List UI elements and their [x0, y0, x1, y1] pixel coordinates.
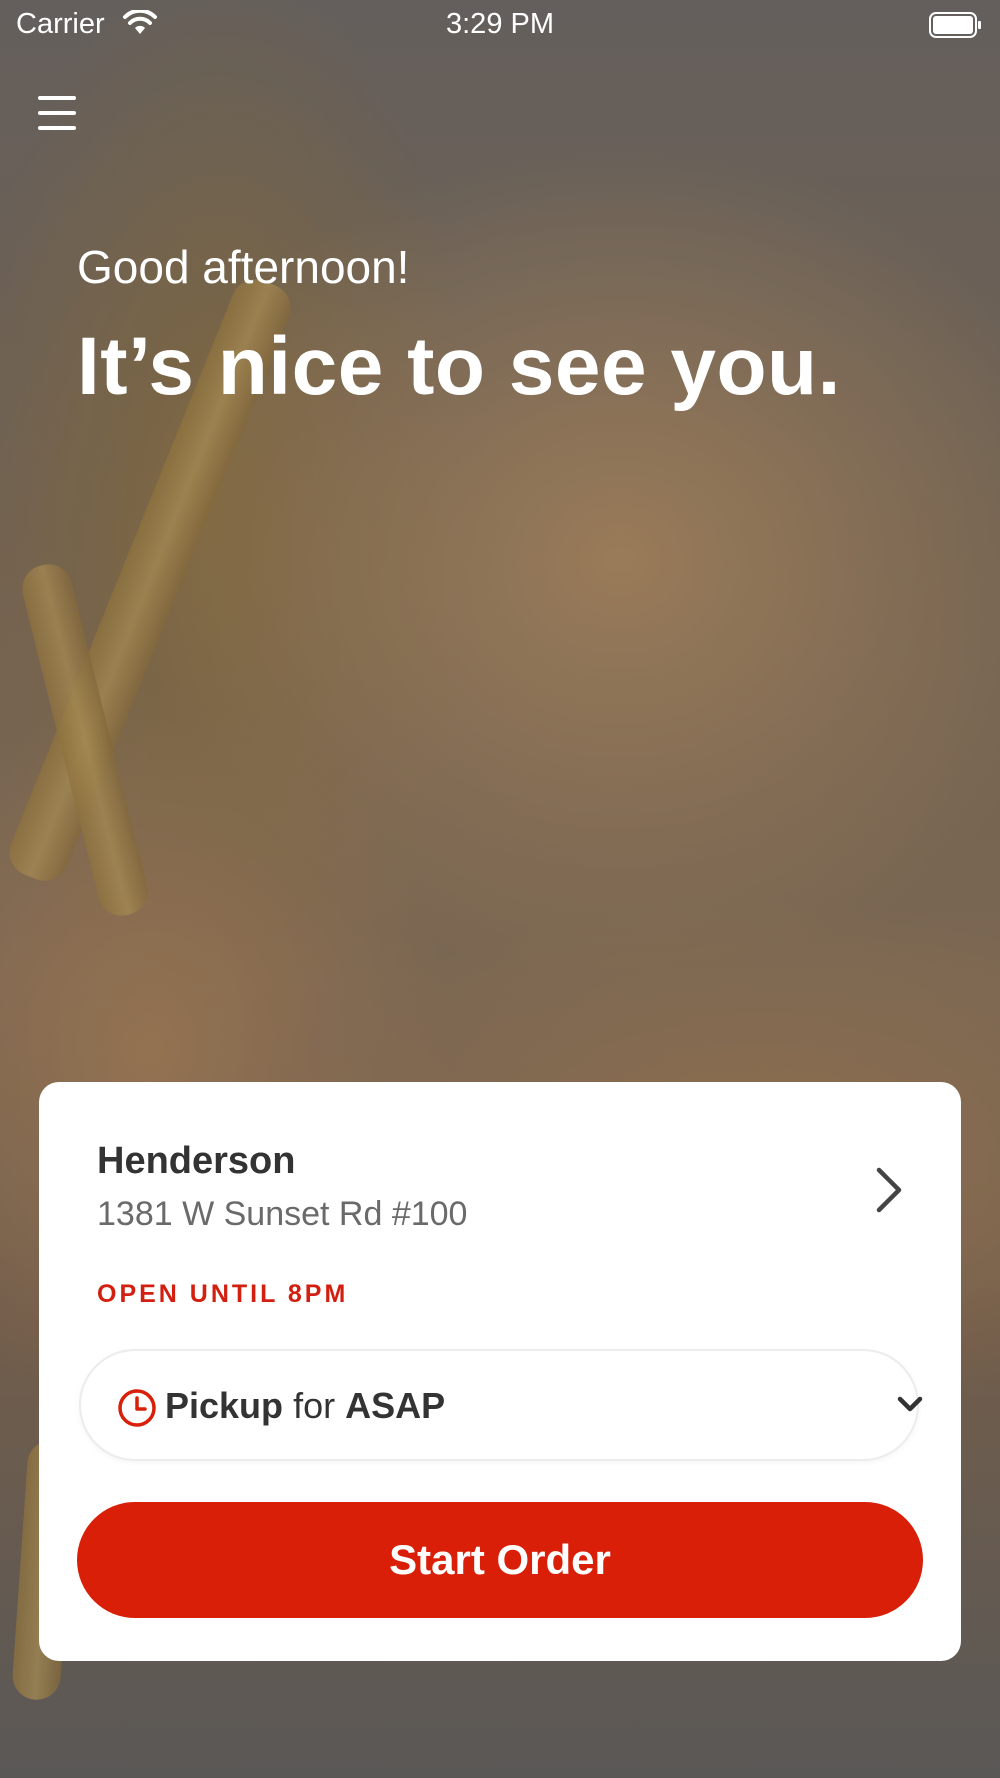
- store-address[interactable]: 1381 W Sunset Rd #100: [97, 1195, 467, 1234]
- order-mode-label: Pickup for ASAP: [165, 1385, 445, 1427]
- status-bar: Carrier 3:29 PM: [0, 0, 1000, 50]
- clock-icon: [117, 1388, 157, 1433]
- chevron-right-icon[interactable]: [869, 1162, 909, 1218]
- battery-icon: [929, 12, 981, 38]
- order-mode-time: ASAP: [345, 1385, 446, 1426]
- store-hours-status: OPEN UNTIL 8PM: [97, 1280, 349, 1308]
- hamburger-menu-icon[interactable]: [30, 90, 86, 140]
- order-mode-type: Pickup: [165, 1385, 284, 1426]
- greeting-text: Good afternoon!: [77, 241, 410, 293]
- store-card: Henderson 1381 W Sunset Rd #100 OPEN UNT…: [39, 1082, 961, 1661]
- welcome-headline: It’s nice to see you.: [77, 321, 841, 412]
- order-mode-selector[interactable]: Pickup for ASAP: [79, 1349, 923, 1461]
- order-mode-connector: for: [293, 1385, 336, 1426]
- store-name[interactable]: Henderson: [97, 1140, 295, 1183]
- start-order-button[interactable]: Start Order: [77, 1502, 923, 1618]
- chevron-down-icon[interactable]: [895, 1389, 925, 1424]
- status-time: 3:29 PM: [446, 8, 554, 40]
